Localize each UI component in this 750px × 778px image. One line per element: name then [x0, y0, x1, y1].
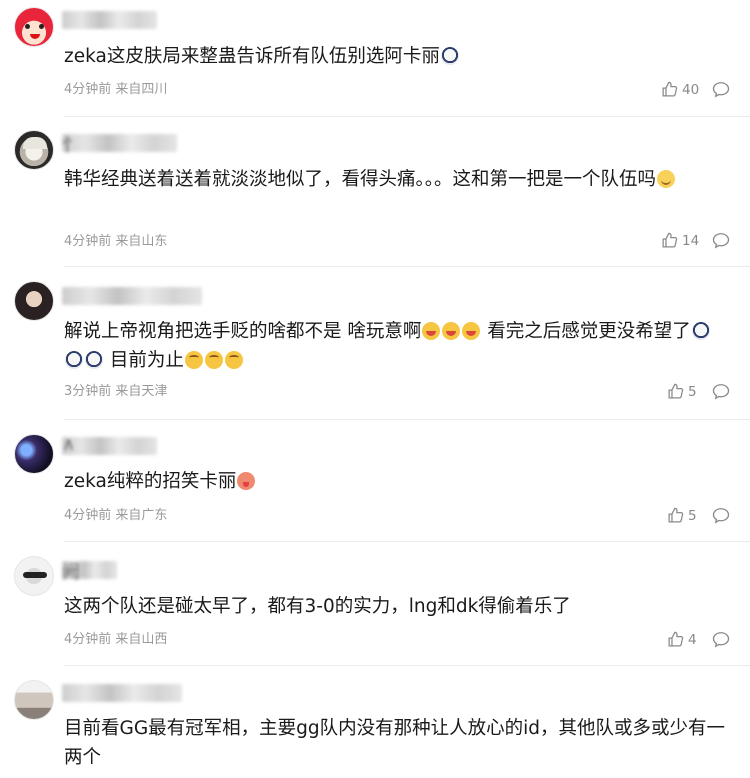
shock-emoji-icon: [65, 351, 83, 369]
comment-bubble-icon: [712, 82, 730, 98]
comment-text-segment: zeka纯粹的招笑卡丽: [64, 471, 237, 492]
like-count: 14: [682, 232, 700, 249]
reply-button[interactable]: [712, 383, 730, 404]
reply-button[interactable]: [712, 232, 730, 253]
author-name-blurred[interactable]: ∧: [62, 434, 157, 455]
comment-meta: 4分钟前 来自广东: [64, 508, 168, 523]
comment-item: 解说上帝视角把选手贬的啥都不是 啥玩意啊 看完之后感觉更没希望了 目前为止 3分…: [0, 267, 750, 420]
laugh-emoji-icon: [442, 322, 461, 340]
laugh-emoji-icon: [422, 322, 441, 340]
author-name-blurred[interactable]: [62, 287, 202, 305]
grin-emoji-icon: [224, 351, 243, 369]
avatar[interactable]: [14, 556, 54, 596]
comment-text-segment: 这两个队还是碰太早了，都有3-0的实力，lng和dk得偷着乐了: [64, 596, 571, 617]
avatar[interactable]: [14, 130, 54, 170]
like-count: 4: [688, 631, 697, 648]
comment-bubble-icon: [712, 384, 730, 400]
comment-item: 目前看GG最有冠军相，主要gg队内没有那种让人放心的id，其他队或多或少有一两个: [0, 666, 750, 778]
comment-meta: 3分钟前 来自天津: [64, 384, 168, 399]
comment-text: 目前看GG最有冠军相，主要gg队内没有那种让人放心的id，其他队或多或少有一两个: [64, 714, 729, 772]
thumbs-up-icon: [662, 232, 678, 248]
avatar[interactable]: [14, 281, 54, 321]
reply-button[interactable]: [712, 631, 730, 652]
like-button[interactable]: 14: [661, 232, 699, 249]
comment-text-segment: zeka这皮肤局来整蛊告诉所有队伍别选阿卡丽: [64, 46, 440, 67]
comment-text: 解说上帝视角把选手贬的啥都不是 啥玩意啊 看完之后感觉更没希望了 目前为止: [64, 317, 729, 375]
avatar[interactable]: [14, 7, 54, 47]
grin-emoji-icon: [204, 351, 223, 369]
thumbs-up-icon: [668, 383, 684, 399]
comment-bubble-icon: [712, 632, 730, 648]
smile-emoji-icon: [657, 170, 676, 188]
like-button[interactable]: 5: [667, 507, 697, 524]
author-name-blurred[interactable]: 忄: [62, 134, 177, 156]
comment-meta: 4分钟前 来自山西: [64, 632, 168, 647]
comment-item: 忄 韩华经典送着送着就淡淡地似了，看得头痛。。。这和第一把是一个队伍吗 4分钟前…: [0, 117, 750, 267]
comment-text-segment: 看完之后感觉更没希望了: [481, 321, 691, 342]
comment-text-segment: 目前为止: [104, 350, 184, 371]
comment-meta: 4分钟前 来自山东: [64, 234, 168, 249]
author-name-blurred[interactable]: 阙: [62, 561, 117, 583]
grin-emoji-icon: [184, 351, 203, 369]
like-button[interactable]: 40: [661, 81, 699, 98]
shock-emoji-icon: [440, 47, 459, 65]
like-count: 5: [688, 383, 697, 400]
comment-text: zeka这皮肤局来整蛊告诉所有队伍别选阿卡丽: [64, 42, 729, 71]
comment-text: zeka纯粹的招笑卡丽: [64, 467, 729, 496]
like-button[interactable]: 5: [667, 383, 697, 400]
thumbs-up-icon: [668, 507, 684, 523]
comment-item: zeka这皮肤局来整蛊告诉所有队伍别选阿卡丽 4分钟前 来自四川 40: [0, 0, 750, 117]
comment-text: 这两个队还是碰太早了，都有3-0的实力，lng和dk得偷着乐了: [64, 592, 729, 621]
avatar[interactable]: [14, 434, 54, 474]
comment-meta: 4分钟前 来自四川: [64, 82, 168, 97]
comment-bubble-icon: [712, 508, 730, 524]
laugh-emoji-icon: [462, 322, 481, 340]
reply-button[interactable]: [712, 507, 730, 528]
thumbs-up-icon: [662, 81, 678, 97]
comment-bubble-icon: [712, 233, 730, 249]
comment-text-segment: 韩华经典送着送着就淡淡地似了，看得头痛。。。这和第一把是一个队伍吗: [64, 169, 657, 190]
like-count: 40: [682, 81, 700, 98]
author-name-blurred[interactable]: [62, 684, 182, 702]
comment-text-segment: 目前看GG最有冠军相，主要gg队内没有那种让人放心的id，其他队或多或少有一两个: [64, 718, 726, 768]
shock-emoji-icon: [691, 322, 710, 340]
comment-item: ∧ zeka纯粹的招笑卡丽 4分钟前 来自广东 5: [0, 420, 750, 542]
comment-text: 韩华经典送着送着就淡淡地似了，看得头痛。。。这和第一把是一个队伍吗: [64, 165, 729, 194]
like-button[interactable]: 4: [667, 631, 697, 648]
comment-text-segment: 解说上帝视角把选手贬的啥都不是 啥玩意啊: [64, 321, 422, 342]
tongue-emoji-icon: [237, 472, 256, 490]
thumbs-up-icon: [668, 631, 684, 647]
comment-item: 阙 这两个队还是碰太早了，都有3-0的实力，lng和dk得偷着乐了 4分钟前 来…: [0, 542, 750, 666]
like-count: 5: [688, 507, 697, 524]
shock-emoji-icon: [85, 351, 103, 369]
reply-button[interactable]: [712, 81, 730, 102]
avatar[interactable]: [14, 680, 54, 720]
author-name-blurred[interactable]: [62, 11, 157, 29]
